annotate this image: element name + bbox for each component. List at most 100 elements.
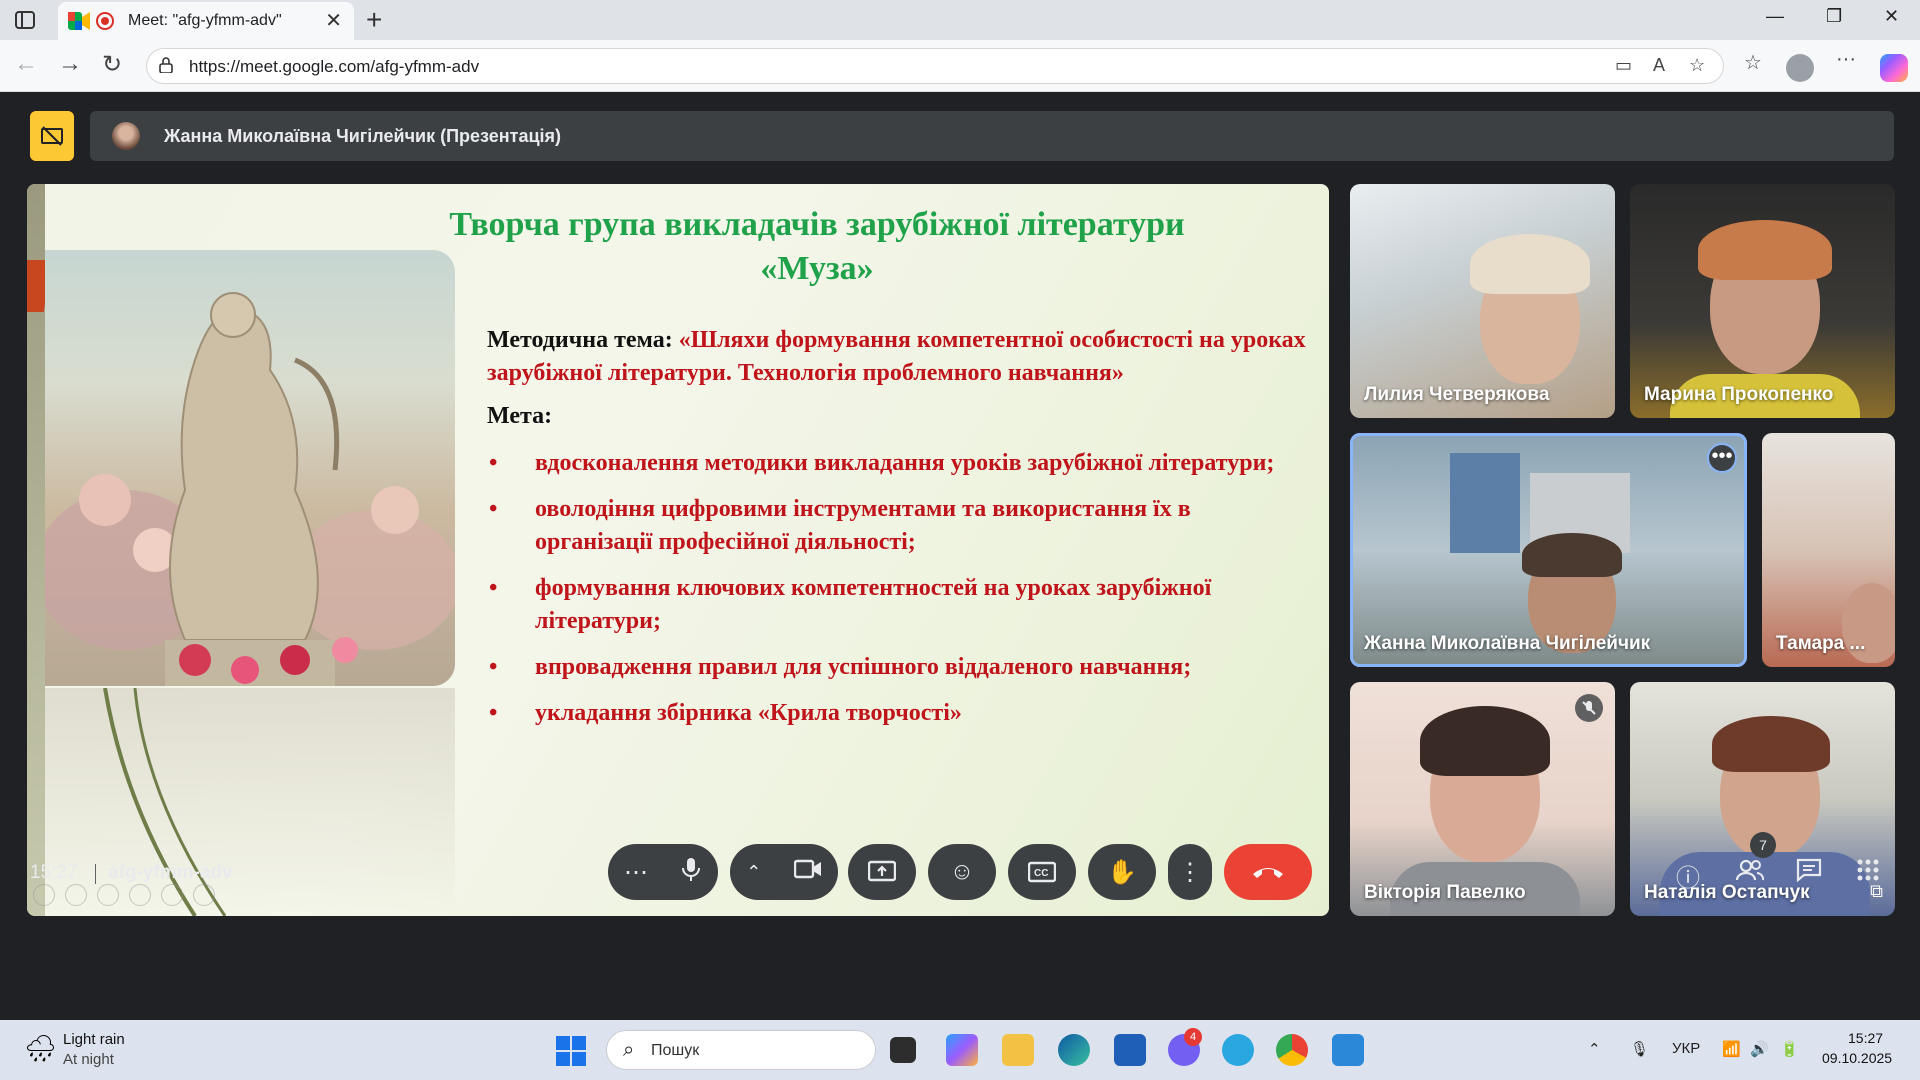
participant-name: Тамара ... bbox=[1776, 633, 1866, 654]
slide-zoom-icon[interactable] bbox=[161, 884, 183, 906]
slide-pen-icon[interactable] bbox=[97, 884, 119, 906]
favorites-icon[interactable]: ☆ bbox=[1744, 50, 1762, 75]
site-info-icon[interactable] bbox=[159, 57, 173, 73]
microphone-tray-icon[interactable]: 🎙 bbox=[1630, 1040, 1649, 1058]
search-icon: ⌕ bbox=[623, 1039, 635, 1061]
participant-name: Лилия Четверякова bbox=[1364, 384, 1550, 405]
forward-button[interactable]: → bbox=[58, 50, 82, 78]
copilot-icon[interactable] bbox=[1880, 54, 1908, 82]
camera-permission-icon[interactable]: ▭ bbox=[1615, 55, 1632, 76]
more-options-icon[interactable]: ••• bbox=[1707, 443, 1737, 473]
recording-icon bbox=[96, 12, 114, 30]
chrome-icon[interactable] bbox=[1276, 1034, 1308, 1066]
people-icon[interactable] bbox=[1735, 858, 1765, 889]
captions-button[interactable]: CC bbox=[1008, 844, 1076, 900]
mic-control-group: ⋯ bbox=[608, 844, 718, 900]
camera-control-group: ⌃ bbox=[730, 844, 838, 900]
browser-address-row: ← → ↻ https://meet.google.com/afg-yfmm-a… bbox=[0, 40, 1920, 92]
participant-tile[interactable]: Марина Прокопенко bbox=[1630, 184, 1895, 418]
browser-tab-bar: Meet: "afg-yfmm-adv" ✕ + — ❐ ✕ bbox=[0, 0, 1920, 40]
edge-browser-icon[interactable] bbox=[1058, 1034, 1090, 1066]
list-item: укладання збірника «Крила творчості» bbox=[487, 697, 1307, 730]
participant-tile[interactable]: Лилия Четверякова bbox=[1350, 184, 1615, 418]
video-settings-icon[interactable]: ⌃ bbox=[746, 862, 761, 883]
restore-button[interactable]: ❐ bbox=[1826, 6, 1842, 27]
taskbar-search[interactable]: ⌕ Пошук bbox=[606, 1030, 876, 1070]
list-item: впровадження правил для успішного віддал… bbox=[487, 651, 1307, 684]
microsoft-store-icon[interactable] bbox=[1114, 1034, 1146, 1066]
new-tab-button[interactable]: + bbox=[366, 4, 382, 36]
copilot-app-icon[interactable] bbox=[946, 1034, 978, 1066]
chat-icon[interactable] bbox=[1796, 858, 1822, 889]
browser-tab-active[interactable]: Meet: "afg-yfmm-adv" ✕ bbox=[58, 2, 354, 40]
windows-taskbar: 🌧 Light rain At night ⌕ Пошук 4 ⌃ 🎙 УКР … bbox=[0, 1020, 1920, 1080]
slide-menu-icon[interactable] bbox=[129, 884, 151, 906]
background-poster bbox=[1450, 453, 1520, 553]
slide-nav-controls bbox=[33, 884, 215, 906]
reactions-button[interactable]: ☺ bbox=[928, 844, 996, 900]
slide-more-icon[interactable] bbox=[193, 884, 215, 906]
slide-theme-label: Методична тема: bbox=[487, 327, 679, 353]
image-reflection bbox=[45, 687, 455, 916]
url-text[interactable]: https://meet.google.com/afg-yfmm-adv bbox=[189, 57, 479, 77]
participant-tile-speaking[interactable]: ••• Жанна Миколаївна Чигілейчик bbox=[1350, 433, 1747, 667]
reload-button[interactable]: ↻ bbox=[102, 50, 122, 79]
raise-hand-button[interactable]: ✋ bbox=[1088, 844, 1156, 900]
volume-icon[interactable]: 🔊 bbox=[1750, 1040, 1769, 1058]
participant-tile[interactable]: Тамара ... bbox=[1762, 433, 1895, 667]
file-explorer-icon[interactable] bbox=[1002, 1034, 1034, 1066]
slide-goal-list: вдосконалення методики викладання уроків… bbox=[487, 447, 1307, 730]
presenter-bar: Жанна Миколаївна Чигілейчик (Презентація… bbox=[90, 111, 1894, 161]
profile-avatar[interactable] bbox=[1786, 54, 1814, 82]
favorite-star-icon[interactable]: ☆ bbox=[1689, 55, 1705, 76]
camera-button[interactable] bbox=[793, 858, 822, 887]
address-bar[interactable]: https://meet.google.com/afg-yfmm-adv ▭ A… bbox=[146, 48, 1724, 84]
mic-muted-icon bbox=[1575, 694, 1603, 722]
taskbar-time[interactable]: 15:27 bbox=[1848, 1030, 1883, 1046]
windows-start-icon[interactable] bbox=[556, 1036, 586, 1066]
divider bbox=[95, 864, 96, 884]
back-button[interactable]: ← bbox=[14, 50, 38, 78]
participant-name: Марина Прокопенко bbox=[1644, 384, 1834, 405]
meeting-code: afg-yfmm-adv bbox=[108, 862, 233, 883]
taskbar-date[interactable]: 09.10.2025 bbox=[1822, 1050, 1892, 1066]
telegram-icon[interactable] bbox=[1222, 1034, 1254, 1066]
more-actions-button[interactable]: ⋮ bbox=[1168, 844, 1212, 900]
weather-rain-icon[interactable]: 🌧 bbox=[24, 1033, 57, 1064]
read-aloud-icon[interactable]: A bbox=[1653, 55, 1665, 76]
sidebar-toggle-icon[interactable] bbox=[14, 9, 36, 31]
task-view-icon[interactable] bbox=[890, 1037, 916, 1063]
weather-title[interactable]: Light rain bbox=[63, 1031, 125, 1048]
participant-name: Жанна Миколаївна Чигілейчик bbox=[1364, 633, 1651, 654]
activities-icon[interactable] bbox=[1856, 858, 1880, 889]
tab-close-icon[interactable]: ✕ bbox=[325, 8, 342, 33]
more-options-icon[interactable]: ··· bbox=[1836, 48, 1856, 71]
microphone-button[interactable] bbox=[680, 856, 702, 889]
present-screen-button[interactable] bbox=[848, 844, 916, 900]
meeting-details-icon[interactable]: ⓘ bbox=[1676, 858, 1700, 893]
audio-settings-icon[interactable]: ⋯ bbox=[624, 858, 648, 887]
media-app-icon[interactable] bbox=[1332, 1034, 1364, 1066]
close-window-button[interactable]: ✕ bbox=[1884, 6, 1899, 27]
slide-goal-label: Мета: bbox=[487, 403, 553, 429]
meeting-clock: 15:27 bbox=[30, 862, 78, 883]
slide-title-line2: «Муза» bbox=[760, 250, 874, 287]
presentation-badge-icon bbox=[30, 111, 74, 161]
minimize-button[interactable]: — bbox=[1766, 6, 1784, 27]
presenter-avatar bbox=[112, 122, 140, 150]
list-item: формування ключових компетентностей на у… bbox=[487, 572, 1307, 638]
input-language[interactable]: УКР bbox=[1672, 1040, 1700, 1057]
wifi-icon[interactable]: 📶 bbox=[1722, 1040, 1741, 1058]
leave-call-button[interactable] bbox=[1224, 844, 1312, 900]
slide-prev-icon[interactable] bbox=[33, 884, 55, 906]
weather-subtitle[interactable]: At night bbox=[63, 1051, 114, 1068]
battery-icon[interactable]: 🔋 bbox=[1780, 1040, 1799, 1058]
show-hidden-icons[interactable]: ⌃ bbox=[1588, 1040, 1601, 1058]
participant-tile[interactable]: Вікторія Павелко bbox=[1350, 682, 1615, 916]
presentation-slide: Творча група викладачів зарубіжної літер… bbox=[27, 184, 1329, 916]
muse-statue-image bbox=[45, 250, 455, 686]
search-placeholder: Пошук bbox=[651, 1042, 700, 1059]
slide-pointer-icon[interactable] bbox=[65, 884, 87, 906]
tab-title: Meet: "afg-yfmm-adv" bbox=[128, 12, 282, 29]
list-item: оволодіння цифровими інструментами та ви… bbox=[487, 493, 1307, 559]
